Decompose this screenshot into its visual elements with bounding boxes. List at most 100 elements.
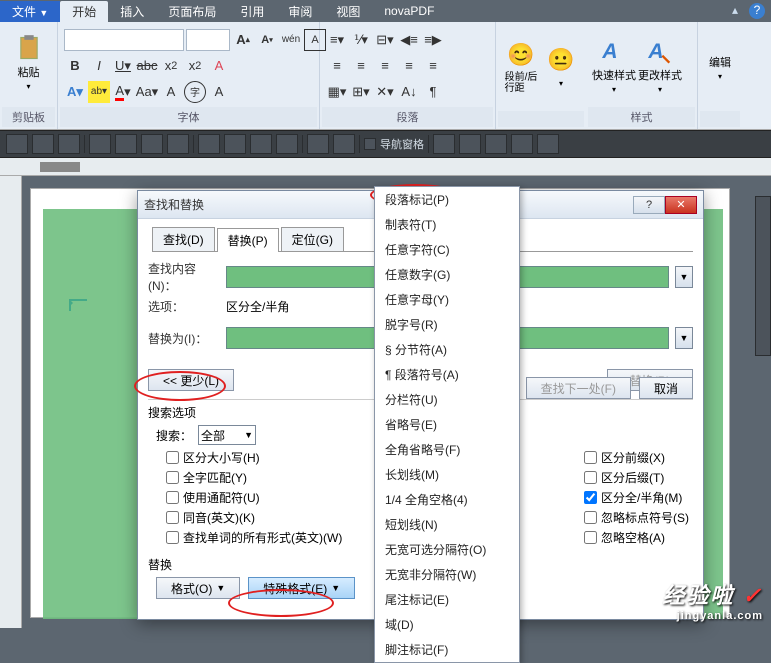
menu-item-ellipsis[interactable]: 省略号(E) xyxy=(375,412,519,437)
menu-item-section[interactable]: § 分节符(A) xyxy=(375,337,519,362)
menu-item-caret[interactable]: 脱字号(R) xyxy=(375,312,519,337)
underline-icon[interactable]: U▾ xyxy=(112,55,134,77)
grow-font-icon[interactable]: A▴ xyxy=(232,29,254,51)
nav-pane-checkbox[interactable] xyxy=(364,138,376,150)
menu-item-paragraph-mark[interactable]: 段落标记(P) xyxy=(375,187,519,212)
tb-btn[interactable] xyxy=(224,134,246,154)
tb-btn[interactable] xyxy=(89,134,111,154)
char-scale-icon[interactable]: A xyxy=(208,81,230,103)
align-center-icon[interactable]: ≡ xyxy=(350,55,372,77)
tab-start[interactable]: 开始 xyxy=(60,1,108,22)
bold-icon[interactable]: B xyxy=(64,55,86,77)
font-color-icon[interactable]: A▾ xyxy=(112,81,134,103)
menu-item-footnote[interactable]: 脚注标记(F) xyxy=(375,637,519,662)
tb-btn[interactable] xyxy=(32,134,54,154)
borders-icon[interactable]: ⊞▾ xyxy=(350,81,372,103)
dialog-help-button[interactable]: ? xyxy=(633,196,665,214)
editing-button[interactable]: 编辑 ▾ xyxy=(704,32,736,104)
search-scope-combo[interactable]: 全部 ▼ xyxy=(198,425,256,445)
menu-file[interactable]: 文件 ▼ xyxy=(0,1,60,22)
tb-btn[interactable] xyxy=(307,134,329,154)
align-right-icon[interactable]: ≡ xyxy=(374,55,396,77)
format-button[interactable]: 格式(O) ▼ xyxy=(156,577,240,599)
check-soundslike[interactable]: 同音(英文)(K) xyxy=(166,509,342,526)
tb-btn[interactable] xyxy=(6,134,28,154)
superscript-icon[interactable]: x2 xyxy=(184,55,206,77)
tb-btn[interactable] xyxy=(537,134,559,154)
tb-btn[interactable] xyxy=(459,134,481,154)
tab-view[interactable]: 视图 xyxy=(324,1,372,22)
shrink-font-icon[interactable]: A▾ xyxy=(256,29,278,51)
menu-item-zwnobreak[interactable]: 无宽非分隔符(W) xyxy=(375,562,519,587)
tb-btn[interactable] xyxy=(115,134,137,154)
check-case[interactable]: 区分大小写(H) xyxy=(166,449,342,466)
highlight-icon[interactable]: ab▾ xyxy=(88,81,110,103)
check-fullhalf[interactable]: 区分全/半角(M) xyxy=(584,489,689,506)
ruler-horizontal[interactable] xyxy=(0,158,771,176)
enclose-char-icon[interactable]: 字 xyxy=(184,81,206,103)
menu-item-column[interactable]: 分栏符(U) xyxy=(375,387,519,412)
paste-button[interactable]: 粘贴 ▾ xyxy=(7,26,51,98)
tab-insert[interactable]: 插入 xyxy=(108,1,156,22)
dialog-close-button[interactable]: ✕ xyxy=(665,196,697,214)
menu-item-emdash[interactable]: 长划线(M) xyxy=(375,462,519,487)
menu-item-anyletter[interactable]: 任意字母(Y) xyxy=(375,287,519,312)
vertical-scrollbar[interactable] xyxy=(755,196,771,356)
clear-format-icon[interactable]: A xyxy=(208,55,230,77)
char-shading-icon[interactable]: A xyxy=(160,81,182,103)
change-styles-button[interactable]: A 更改样式 ▾ xyxy=(638,30,682,102)
tb-btn[interactable] xyxy=(511,134,533,154)
tab-replace[interactable]: 替换(P) xyxy=(217,228,279,252)
tb-btn[interactable] xyxy=(58,134,80,154)
check-ignorepunct[interactable]: 忽略标点符号(S) xyxy=(584,509,689,526)
tb-btn[interactable] xyxy=(198,134,220,154)
check-suffix[interactable]: 区分后缀(T) xyxy=(584,469,689,486)
menu-item-tab[interactable]: 制表符(T) xyxy=(375,212,519,237)
tb-btn[interactable] xyxy=(141,134,163,154)
align-left-icon[interactable]: ≡ xyxy=(326,55,348,77)
menu-item-endash[interactable]: 短划线(N) xyxy=(375,512,519,537)
tb-btn[interactable] xyxy=(433,134,455,154)
tb-btn[interactable] xyxy=(167,134,189,154)
find-dropdown[interactable]: ▼ xyxy=(675,266,693,288)
menu-item-field[interactable]: 域(D) xyxy=(375,612,519,637)
italic-icon[interactable]: I xyxy=(88,55,110,77)
show-marks-icon[interactable]: ¶ xyxy=(422,81,444,103)
menu-item-endnote[interactable]: 尾注标记(E) xyxy=(375,587,519,612)
bullets-icon[interactable]: ≡▾ xyxy=(326,29,348,51)
minimize-ribbon-icon[interactable]: ▴ xyxy=(727,3,743,19)
shading-icon[interactable]: ▦▾ xyxy=(326,81,348,103)
check-wordforms[interactable]: 查找单词的所有形式(英文)(W) xyxy=(166,529,342,546)
find-next-button[interactable]: 查找下一处(F) xyxy=(526,377,631,399)
less-button[interactable]: << 更少(L) xyxy=(148,369,234,391)
decrease-indent-icon[interactable]: ◀≡ xyxy=(398,29,420,51)
tb-btn[interactable] xyxy=(276,134,298,154)
cancel-button[interactable]: 取消 xyxy=(639,377,693,399)
menu-item-anydigit[interactable]: 任意数字(G) xyxy=(375,262,519,287)
tab-novapdf[interactable]: novaPDF xyxy=(372,2,446,20)
tab-goto[interactable]: 定位(G) xyxy=(281,227,344,251)
ruler-vertical[interactable] xyxy=(0,176,22,628)
strike-icon[interactable]: abc xyxy=(136,55,158,77)
text-effects-icon[interactable]: A▾ xyxy=(64,81,86,103)
multilevel-icon[interactable]: ⊟▾ xyxy=(374,29,396,51)
check-wildcard[interactable]: 使用通配符(U) xyxy=(166,489,342,506)
menu-item-zwobreak[interactable]: 无宽可选分隔符(O) xyxy=(375,537,519,562)
spacing-button[interactable]: 😊 段前/后行距 xyxy=(502,32,540,104)
numbering-icon[interactable]: ⅟▾ xyxy=(350,29,372,51)
change-case-icon[interactable]: Aa▾ xyxy=(136,81,158,103)
distribute-icon[interactable]: ≡ xyxy=(422,55,444,77)
menu-item-full-ellipsis[interactable]: 全角省略号(F) xyxy=(375,437,519,462)
tb-btn[interactable] xyxy=(250,134,272,154)
check-ignorespace[interactable]: 忽略空格(A) xyxy=(584,529,689,546)
menu-item-para[interactable]: ¶ 段落符号(A) xyxy=(375,362,519,387)
menu-item-quarter-em[interactable]: 1/4 全角空格(4) xyxy=(375,487,519,512)
quick-styles-button[interactable]: A 快速样式 ▾ xyxy=(592,30,636,102)
sort-icon[interactable]: A↓ xyxy=(398,81,420,103)
check-wholeword[interactable]: 全字匹配(Y) xyxy=(166,469,342,486)
increase-indent-icon[interactable]: ≡▶ xyxy=(422,29,444,51)
tab-find[interactable]: 查找(D) xyxy=(152,227,215,251)
tb-btn[interactable] xyxy=(485,134,507,154)
table-button[interactable]: 😐 ▾ xyxy=(542,32,580,104)
align-justify-icon[interactable]: ≡ xyxy=(398,55,420,77)
